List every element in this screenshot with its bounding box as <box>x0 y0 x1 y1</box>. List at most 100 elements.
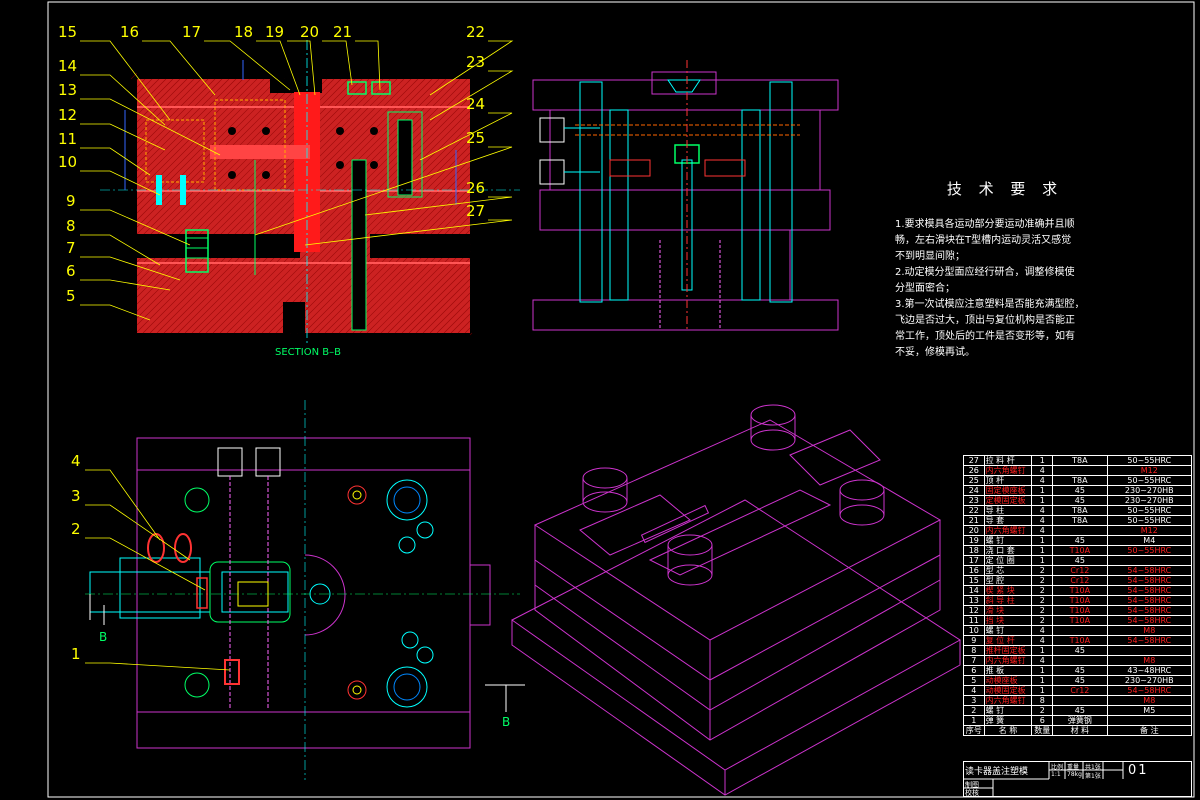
bom-cell-qty: 2 <box>1031 615 1054 626</box>
bom-row: 23 定模固定板 1 45 230~270HB <box>963 495 1193 506</box>
bom-cell-note: 54~58HRC <box>1106 575 1193 586</box>
bom-row: 8 推杆固定板 1 45 <box>963 645 1193 656</box>
title-block: 读卡器盖注塑模 比例 1:1 重量 78kg 共1张 第1张 01 制图 校核 <box>963 761 1192 797</box>
bom-cell-qty: 2 <box>1031 565 1054 576</box>
bom-row: 10 螺 钉 4 M8 <box>963 625 1193 636</box>
bom-cell-qty: 4 <box>1031 505 1054 516</box>
section-label: SECTION B–B <box>275 347 341 358</box>
bom-cell-no: 13 <box>963 595 985 606</box>
tech-line: 1.要求模具各运动部分要运动准确并且顺 <box>895 219 1075 230</box>
bom-row: 15 型 腔 2 Cr12 54~58HRC <box>963 575 1193 586</box>
weight-value: 78kg <box>1067 771 1082 778</box>
bom-cell-name: 动模固定板 <box>983 685 1033 696</box>
tech-line: 不到明显间隙； <box>895 251 965 262</box>
bill-of-materials: 27 拉 料 杆 1 T8A 50~55HRC 26 内六角螺钉 4 M12 25 顶 杆 4 T8A 5… <box>963 455 1193 736</box>
part-callout-20: 20 <box>300 23 320 41</box>
bom-row: 14 楔 紧 块 2 T10A 54~58HRC <box>963 585 1193 596</box>
part-callout-13: 13 <box>58 81 78 99</box>
tech-line: 不妥，修模再试。 <box>895 347 975 358</box>
bom-cell-no: 8 <box>963 645 985 656</box>
bom-cell-no: 16 <box>963 565 985 576</box>
bom-cell-qty: 1 <box>1031 495 1054 506</box>
bom-row: 21 导 套 4 T8A 50~55HRC <box>963 515 1193 526</box>
part-callout-12: 12 <box>58 106 78 124</box>
drawing-code: 01 <box>1128 763 1149 778</box>
bom-cell-note <box>1106 715 1193 726</box>
bom-row: 13 斜 导 柱 2 T10A 54~58HRC <box>963 595 1193 606</box>
bom-row: 17 定 位 圈 1 45 <box>963 555 1193 566</box>
bom-row: 27 拉 料 杆 1 T8A 50~55HRC <box>963 455 1193 466</box>
isometric-view <box>511 404 961 796</box>
bom-cell-name: 内六角螺钉 <box>983 525 1033 536</box>
bom-cell-qty: 2 <box>1031 705 1054 716</box>
bom-cell-no: 26 <box>963 465 985 476</box>
section-marker-right: B <box>502 715 510 729</box>
bom-cell-no: 17 <box>963 555 985 566</box>
bom-cell-mat: T10A <box>1052 605 1108 616</box>
bom-cell-qty: 1 <box>1031 685 1054 696</box>
bom-cell-mat: 45 <box>1052 535 1108 546</box>
bom-cell-name: 内六角螺钉 <box>983 655 1033 666</box>
bom-cell-note: 50~55HRC <box>1106 515 1193 526</box>
bom-cell-note: 230~270HB <box>1106 485 1193 496</box>
bom-cell-note: M4 <box>1106 535 1193 546</box>
part-callout-27: 27 <box>466 202 486 220</box>
bom-row: 20 内六角螺钉 4 M12 <box>963 525 1193 536</box>
part-callout-2: 2 <box>71 520 81 538</box>
tech-line: 2.动定模分型面应经行研合，调整修模使 <box>895 267 1075 278</box>
bom-cell-name: 推杆固定板 <box>983 645 1033 656</box>
bom-row: 3 内六角螺钉 8 M8 <box>963 695 1193 706</box>
bom-cell-note: M8 <box>1106 655 1193 666</box>
bom-cell-no: 12 <box>963 605 985 616</box>
bom-cell-qty: 2 <box>1031 595 1054 606</box>
bom-cell-note: 54~58HRC <box>1106 565 1193 576</box>
bom-cell-mat: T10A <box>1052 615 1108 626</box>
part-callout-16: 16 <box>120 23 140 41</box>
bom-cell-note: 50~55HRC <box>1106 545 1193 556</box>
bom-cell-name: 螺 钉 <box>983 625 1033 636</box>
bom-cell-mat: 45 <box>1052 485 1108 496</box>
tech-line: 3.第一次试模应注意塑料是否能充满型腔， <box>895 299 1085 310</box>
tech-line: 飞边是否过大，顶出与复位机构是否能正 <box>895 315 1075 326</box>
tech-line: 畅，左右滑块在T型槽内运动灵活又感觉 <box>895 235 1072 246</box>
part-callout-10: 10 <box>58 153 78 171</box>
bom-cell-mat <box>1052 625 1108 636</box>
section-view <box>100 40 520 345</box>
bom-cell-qty: 1 <box>1031 665 1054 676</box>
plan-view <box>85 400 525 780</box>
bom-row: 22 导 柱 4 T8A 50~55HRC <box>963 505 1193 516</box>
bom-cell-no: 14 <box>963 585 985 596</box>
bom-cell-qty: 2 <box>1031 605 1054 616</box>
bom-cell-note: 54~58HRC <box>1106 635 1193 646</box>
bom-header-no: 序号 <box>963 725 985 736</box>
side-view <box>532 60 839 332</box>
bom-cell-note: 50~55HRC <box>1106 475 1193 486</box>
bom-cell-name: 导 套 <box>983 515 1033 526</box>
bom-cell-name: 斜 导 柱 <box>983 595 1033 606</box>
bom-cell-name: 拉 料 杆 <box>983 455 1033 466</box>
bom-cell-no: 25 <box>963 475 985 486</box>
bom-cell-name: 顶 杆 <box>983 475 1033 486</box>
bom-row: 5 动模座板 1 45 230~270HB <box>963 675 1193 686</box>
bom-cell-note: M12 <box>1106 465 1193 476</box>
bom-cell-name: 螺 钉 <box>983 705 1033 716</box>
bom-cell-qty: 4 <box>1031 625 1054 636</box>
part-callout-21: 21 <box>333 23 353 41</box>
bom-cell-name: 浇 口 套 <box>983 545 1033 556</box>
bom-row: 24 固定模座板 1 45 230~270HB <box>963 485 1193 496</box>
bom-cell-qty: 6 <box>1031 715 1054 726</box>
tech-line: 分型面密合； <box>895 283 955 294</box>
technical-requirements: 技 术 要 求 1.要求模具各运动部分要运动准确并且顺 畅，左右滑块在T型槽内运… <box>895 178 1145 361</box>
bom-cell-note: 230~270HB <box>1106 675 1193 686</box>
bom-cell-note: M8 <box>1106 695 1193 706</box>
bom-cell-no: 24 <box>963 485 985 496</box>
bom-cell-no: 9 <box>963 635 985 646</box>
part-callout-11: 11 <box>58 130 78 148</box>
part-callout-24: 24 <box>466 95 486 113</box>
bom-row: 4 动模固定板 1 Cr12 54~58HRC <box>963 685 1193 696</box>
bom-cell-note: 230~270HB <box>1106 495 1193 506</box>
bom-cell-note: 50~55HRC <box>1106 455 1193 466</box>
bom-cell-no: 18 <box>963 545 985 556</box>
bom-cell-name: 动模座板 <box>983 675 1033 686</box>
bom-cell-no: 4 <box>963 685 985 696</box>
